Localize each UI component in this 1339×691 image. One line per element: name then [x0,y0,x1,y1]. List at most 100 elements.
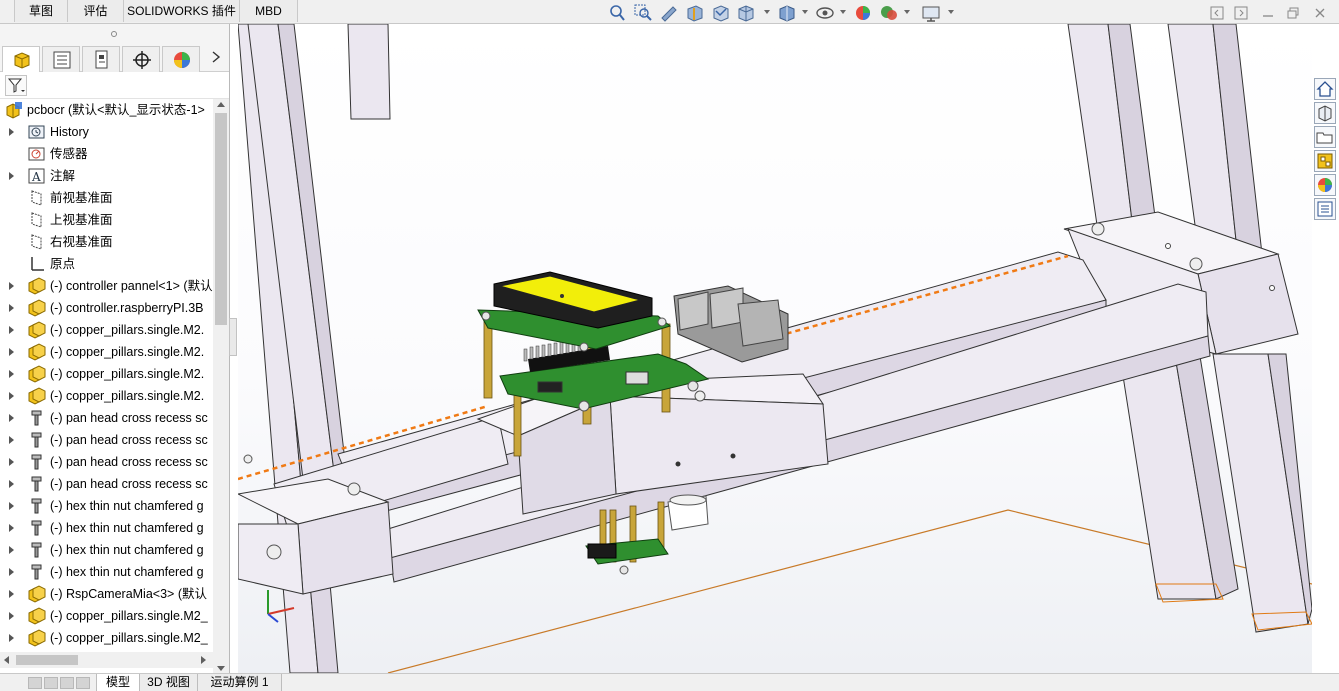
expand-arrow-icon[interactable] [9,282,14,290]
tree-item-label: (-) hex thin nut chamfered g [50,543,204,557]
tab-motion-study[interactable]: 运动算例 1 [198,674,282,691]
panel-collapse-handle[interactable] [229,318,237,356]
view-palette-icon[interactable] [1314,150,1336,172]
tree-item[interactable]: (-) hex thin nut chamfered g [0,495,213,517]
expand-arrow-icon[interactable] [9,480,14,488]
expand-arrow-icon[interactable] [9,436,14,444]
expand-arrow-icon[interactable] [9,502,14,510]
expand-arrow-icon[interactable] [9,568,14,576]
restore-right-icon[interactable] [1234,6,1248,20]
bottom-tab-bar: 模型 3D 视图 运动算例 1 [0,673,1339,691]
last-tab-icon[interactable] [76,677,90,689]
tree-item[interactable]: (-) pan head cross recess sc [0,407,213,429]
tree-item[interactable]: (-) hex thin nut chamfered g [0,539,213,561]
tree-item-label: 注解 [50,169,76,183]
tree-item[interactable]: (-) copper_pillars.single.M2_ [0,605,213,627]
tree-item[interactable]: (-) copper_pillars.single.M2. [0,363,213,385]
tree-item[interactable]: 前视基准面 [0,187,213,209]
subassembly-icon [27,585,46,603]
previous-view-icon[interactable] [658,3,680,23]
previous-tab-icon[interactable] [44,677,58,689]
close-icon[interactable] [1313,6,1327,20]
manager-tabs [0,44,229,72]
minimize-icon[interactable] [1261,6,1275,20]
apply-scene-icon[interactable] [878,3,900,23]
tree-item[interactable]: (-) copper_pillars.single.M2_ [0,627,213,649]
tree-item[interactable]: (-) pan head cross recess sc [0,429,213,451]
dimxpert-manager-icon[interactable] [122,46,160,72]
expand-arrow-icon[interactable] [9,392,14,400]
assembly-icon [5,101,24,119]
design-library-icon[interactable] [1314,102,1336,124]
expand-arrow-icon[interactable] [9,634,14,642]
tree-item[interactable]: A 注解 [0,165,213,187]
tree-item[interactable]: (-) RspCameraMia<3> (默认 [0,583,213,605]
tree-item[interactable]: History [0,121,213,143]
edit-appearance-icon[interactable] [852,3,874,23]
tree-item[interactable]: (-) hex thin nut chamfered g [0,561,213,583]
file-explorer-icon[interactable] [1314,126,1336,148]
tree-item[interactable]: (-) pan head cross recess sc [0,473,213,495]
zoom-area-icon[interactable] [632,3,654,23]
next-tab-icon[interactable] [60,677,74,689]
tree-item[interactable]: 原点 [0,253,213,275]
svg-text:A: A [31,170,41,184]
tab-solidworks-addins[interactable]: SOLIDWORKS 插件 [124,0,240,22]
subassembly-icon [27,321,46,339]
expand-arrow-icon[interactable] [9,546,14,554]
tree-item[interactable]: (-) copper_pillars.single.M2. [0,319,213,341]
tree-item[interactable]: 传感器 [0,143,213,165]
dynamic-annotation-icon[interactable] [710,3,732,23]
tree-item[interactable]: (-) hex thin nut chamfered g [0,517,213,539]
view-settings-icon[interactable] [920,3,942,23]
filter-icon[interactable] [5,75,27,96]
tab-evaluate[interactable]: 评估 [68,0,124,22]
tree-item[interactable]: (-) copper_pillars.single.M2. [0,341,213,363]
expand-arrow-icon[interactable] [9,590,14,598]
hide-show-items-icon[interactable] [814,3,836,23]
expand-arrow-icon[interactable] [9,370,14,378]
panel-grip[interactable] [0,24,229,44]
appearances-scenes-icon[interactable] [1314,174,1336,196]
chevron-right-icon[interactable] [210,50,222,67]
tab-3d-view[interactable]: 3D 视图 [140,674,198,691]
feature-manager-icon[interactable] [2,46,40,72]
tree-item-label: (-) copper_pillars.single.M2. [50,367,205,381]
configuration-manager-icon[interactable] [82,46,120,72]
expand-arrow-icon[interactable] [9,348,14,356]
display-manager-icon[interactable] [162,46,200,72]
vertical-scroll-thumb[interactable] [215,113,227,325]
maximize-icon[interactable] [1286,6,1300,20]
first-tab-icon[interactable] [28,677,42,689]
tree-item[interactable]: 上视基准面 [0,209,213,231]
expand-arrow-icon[interactable] [9,458,14,466]
expand-arrow-icon[interactable] [9,612,14,620]
tree-item[interactable]: 右视基准面 [0,231,213,253]
tree-vertical-scrollbar[interactable] [213,99,229,676]
tree-item[interactable]: (-) controller.raspberryPI.3B [0,297,213,319]
tree-item[interactable]: (-) controller pannel<1> (默认 [0,275,213,297]
display-style-icon[interactable] [776,3,798,23]
tab-mbd[interactable]: MBD [240,0,298,22]
expand-arrow-icon[interactable] [9,414,14,422]
expand-arrow-icon[interactable] [9,172,14,180]
section-view-icon[interactable] [684,3,706,23]
tree-item[interactable]: (-) copper_pillars.single.M2. [0,385,213,407]
view-orientation-icon[interactable] [736,3,758,23]
tab-sketch[interactable]: 草图 [14,0,68,22]
solidworks-resources-icon[interactable] [1314,78,1336,100]
graphics-area[interactable] [238,24,1312,673]
custom-properties-icon[interactable] [1314,198,1336,220]
tab-model[interactable]: 模型 [96,674,140,691]
expand-arrow-icon[interactable] [9,128,14,136]
property-manager-icon[interactable] [42,46,80,72]
tree-root[interactable]: pcbocr (默认<默认_显示状态-1> [0,99,213,121]
horizontal-scroll-thumb[interactable] [16,655,78,665]
tree-horizontal-scrollbar[interactable] [0,652,213,668]
expand-arrow-icon[interactable] [9,524,14,532]
expand-arrow-icon[interactable] [9,304,14,312]
tree-item[interactable]: (-) pan head cross recess sc [0,451,213,473]
expand-arrow-icon[interactable] [9,326,14,334]
restore-left-icon[interactable] [1210,6,1224,20]
zoom-to-fit-icon[interactable] [606,3,628,23]
